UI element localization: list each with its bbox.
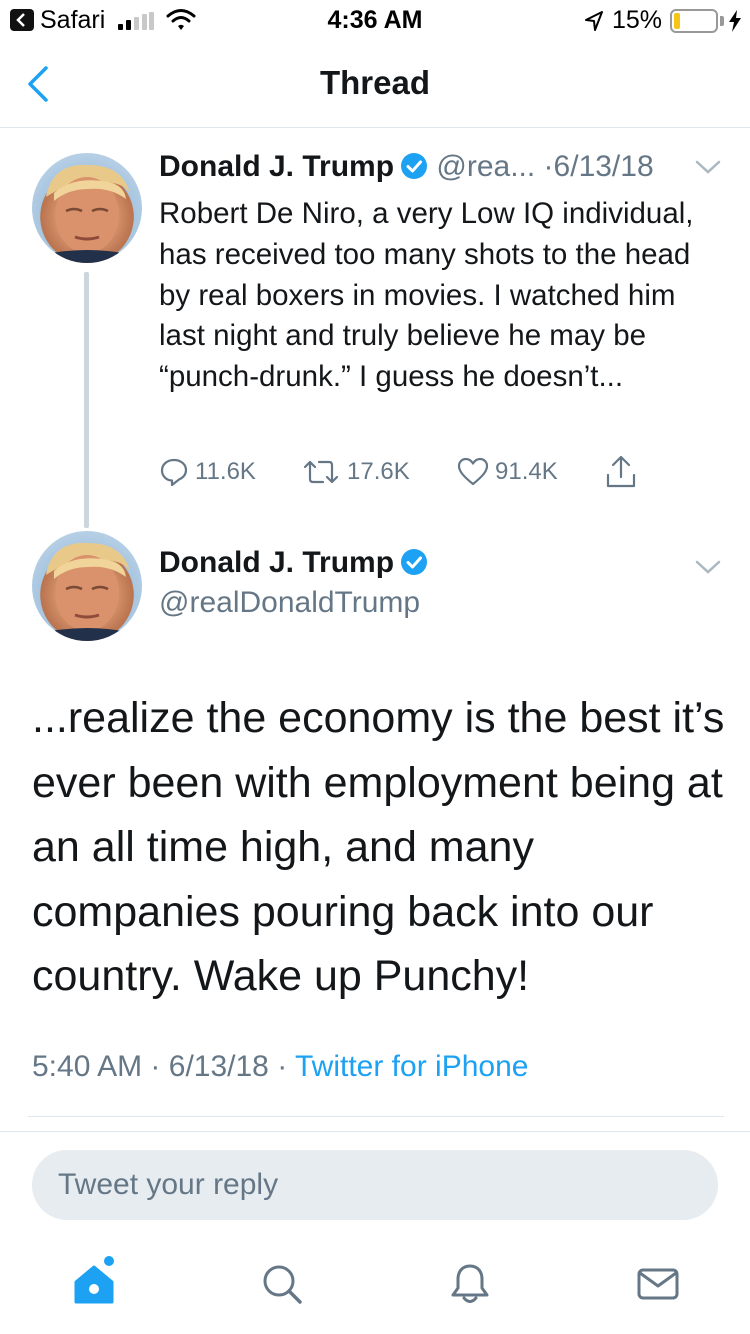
separator-dot: · (150, 1050, 161, 1083)
tab-messages[interactable] (636, 1262, 680, 1306)
new-content-dot (104, 1256, 114, 1266)
tab-notifications[interactable] (448, 1262, 492, 1306)
avatar[interactable] (32, 153, 142, 263)
tweet-text[interactable]: Robert De Niro, a very Low IQ individual… (159, 194, 719, 398)
battery-percent: 15% (612, 6, 663, 34)
location-arrow-icon (585, 11, 603, 31)
status-bar: Safari 4:36 AM 15% (0, 0, 750, 40)
tweet-date[interactable]: 6/13/18 (554, 150, 654, 183)
battery-icon (670, 9, 718, 33)
bell-icon (451, 1264, 489, 1303)
search-icon (263, 1265, 302, 1304)
tweet-actions: 11.6K 17.6K 91.4K (159, 452, 719, 492)
reply-input[interactable]: Tweet your reply (32, 1150, 718, 1220)
share-button[interactable] (605, 452, 637, 492)
like-button[interactable]: 91.4K (457, 452, 558, 492)
avatar[interactable] (32, 531, 142, 641)
like-count: 91.4K (495, 458, 558, 485)
author-handle[interactable]: @realDonaldTrump (159, 586, 420, 620)
tweet-source-link[interactable]: Twitter for iPhone (295, 1050, 528, 1083)
verified-badge-icon (401, 549, 428, 575)
battery-nub (720, 16, 724, 26)
chevron-down-icon[interactable] (694, 558, 722, 576)
tab-home[interactable] (72, 1262, 116, 1306)
author-handle[interactable]: @rea... (436, 150, 535, 183)
tweet-time: 5:40 AM (32, 1050, 143, 1083)
tweet-date: 6/13/18 (168, 1050, 269, 1083)
divider (28, 1116, 724, 1117)
reply-button[interactable]: 11.6K (159, 452, 256, 492)
tweet-header: Donald J. Trump @rea... ·6/13/18 (159, 150, 654, 186)
author-name-row: Donald J. Trump (159, 546, 428, 580)
charging-bolt-icon (729, 10, 741, 32)
heart-icon (457, 457, 489, 486)
reply-count: 11.6K (195, 458, 256, 485)
separator-dot: · (543, 150, 554, 183)
tab-search[interactable] (260, 1262, 304, 1306)
tweet-meta: 5:40 AM · 6/13/18 · Twitter for iPhone (32, 1050, 528, 1084)
page-title: Thread (319, 64, 431, 101)
home-icon (74, 1265, 114, 1304)
author-name[interactable]: Donald J. Trump (159, 150, 394, 183)
navigation-bar: Thread (0, 40, 750, 128)
tweet-text[interactable]: ...realize the economy is the best it’s … (32, 686, 732, 1009)
divider (0, 1131, 750, 1132)
author-name[interactable]: Donald J. Trump (159, 546, 394, 579)
mail-icon (637, 1268, 679, 1300)
separator-dot: · (277, 1050, 288, 1083)
retweet-icon (303, 460, 339, 484)
thread-connector-line (84, 272, 89, 528)
share-icon (606, 455, 636, 488)
retweet-button[interactable]: 17.6K (301, 452, 410, 492)
verified-badge-icon (401, 153, 428, 179)
reply-icon (160, 458, 188, 487)
retweet-count: 17.6K (347, 458, 410, 485)
chevron-down-icon[interactable] (694, 158, 722, 176)
battery-level (674, 13, 680, 29)
